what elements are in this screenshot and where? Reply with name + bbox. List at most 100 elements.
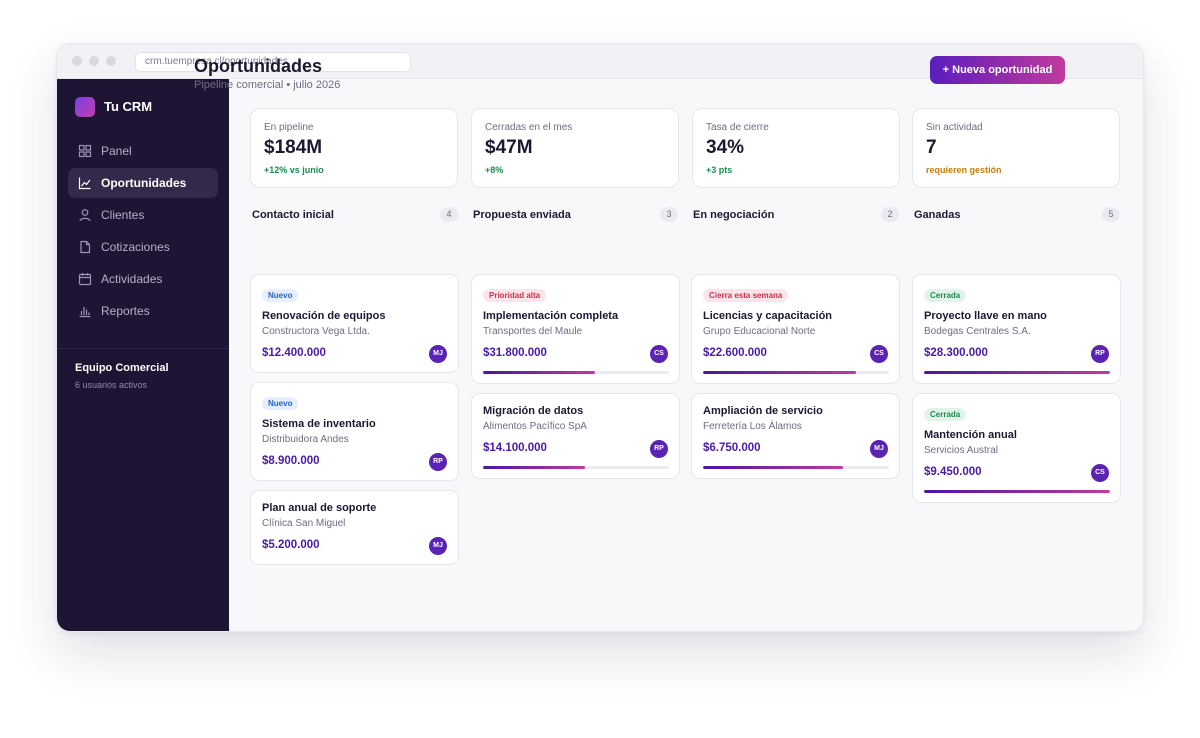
- kpi-value: 34%: [706, 137, 745, 158]
- avatar[interactable]: CS: [650, 345, 668, 363]
- kpi-warning: requieren gestión: [926, 165, 1002, 175]
- card-company: Servicios Austral: [924, 445, 998, 456]
- sidebar-item-panel[interactable]: Panel: [68, 136, 218, 166]
- status-badge: Cierra esta semana: [703, 289, 789, 302]
- column-count: 4: [440, 207, 458, 222]
- bar-chart-icon: [79, 307, 91, 318]
- kpi-value: 7: [926, 137, 937, 158]
- avatar[interactable]: CS: [870, 345, 888, 363]
- column-title: Contacto inicial: [252, 209, 334, 221]
- card-title: Licencias y capacitación: [703, 310, 833, 322]
- sidebar-item-label: Reportes: [101, 304, 150, 318]
- calendar-icon: [78, 273, 92, 286]
- card-company: Transportes del Maule: [483, 326, 583, 337]
- kpi-trend: +8%: [485, 165, 504, 175]
- progress-bar: [483, 371, 669, 374]
- team-name: Equipo Comercial: [75, 362, 169, 374]
- sidebar-item-reportes[interactable]: Reportes: [68, 296, 218, 326]
- sidebar-item-label: Clientes: [101, 208, 145, 222]
- progress-fill: [703, 371, 856, 374]
- sidebar-item-oportunidades[interactable]: Oportunidades: [68, 168, 218, 198]
- progress-fill: [924, 371, 1110, 374]
- card-company: Constructora Vega Ltda.: [262, 326, 370, 337]
- kpi-label: Sin actividad: [926, 122, 983, 133]
- user-icon: [79, 209, 91, 222]
- kpi-card-pipeline: En pipeline $184M +12% vs junio: [250, 108, 458, 188]
- card-title: Implementación completa: [483, 310, 619, 322]
- kpi-card-inactive: Sin actividad 7 requieren gestión: [912, 108, 1120, 188]
- kpi-label: Cerradas en el mes: [485, 122, 573, 133]
- team-subtitle: 6 usuarios activos: [75, 380, 148, 390]
- opportunity-card[interactable]: Cerrada Proyecto llave en mano Bodegas C…: [912, 274, 1121, 384]
- avatar[interactable]: RP: [650, 440, 668, 458]
- opportunity-card[interactable]: Migración de datos Alimentos Pacífico Sp…: [471, 393, 680, 479]
- card-company: Bodegas Centrales S.A.: [924, 326, 1031, 337]
- card-amount: $28.300.000: [924, 347, 988, 359]
- card-title: Plan anual de soporte: [262, 502, 377, 514]
- avatar[interactable]: RP: [1091, 345, 1109, 363]
- opportunity-card[interactable]: Nuevo Renovación de equipos Constructora…: [250, 274, 459, 373]
- status-badge: Prioridad alta: [483, 289, 547, 302]
- progress-bar: [483, 466, 669, 469]
- card-amount: $31.800.000: [483, 347, 547, 359]
- progress-bar: [703, 371, 889, 374]
- status-badge: Cerrada: [924, 289, 967, 302]
- opportunity-card[interactable]: Nuevo Sistema de inventario Distribuidor…: [250, 382, 459, 481]
- avatar[interactable]: RP: [429, 453, 447, 471]
- card-company: Alimentos Pacífico SpA: [483, 421, 587, 432]
- sidebar-item-cotizaciones[interactable]: Cotizaciones: [68, 232, 218, 262]
- sidebar-item-clientes[interactable]: Clientes: [68, 200, 218, 230]
- opportunity-card[interactable]: Ampliación de servicio Ferretería Los Ál…: [691, 393, 900, 479]
- document-icon: [80, 240, 91, 254]
- opportunity-card[interactable]: Prioridad alta Implementación completa T…: [471, 274, 680, 384]
- card-amount: $22.600.000: [703, 347, 767, 359]
- card-amount: $12.400.000: [262, 347, 326, 359]
- card-company: Grupo Educacional Norte: [703, 326, 816, 337]
- avatar[interactable]: CS: [1091, 464, 1109, 482]
- kpi-trend: +12% vs junio: [264, 165, 324, 175]
- progress-fill: [483, 466, 586, 469]
- card-amount: $14.100.000: [483, 442, 547, 454]
- sidebar: Tu CRM Panel Oportunidades Clientes Coti…: [57, 79, 229, 631]
- card-company: Clínica San Miguel: [262, 518, 346, 529]
- new-opportunity-button[interactable]: + Nueva oportunidad: [930, 56, 1065, 84]
- kpi-card-close-rate: Tasa de cierre 34% +3 pts: [692, 108, 900, 188]
- sidebar-item-label: Oportunidades: [101, 176, 187, 190]
- card-title: Mantención anual: [924, 429, 1017, 441]
- card-amount: $5.200.000: [262, 539, 320, 551]
- column-count: 3: [660, 207, 678, 222]
- progress-fill: [483, 371, 595, 374]
- sidebar-item-label: Actividades: [101, 272, 163, 286]
- card-title: Migración de datos: [483, 405, 584, 417]
- card-amount: $6.750.000: [703, 442, 761, 454]
- page-title: Oportunidades: [194, 56, 323, 76]
- kpi-label: Tasa de cierre: [706, 122, 769, 133]
- column-title: Ganadas: [914, 209, 961, 221]
- window-minimize-dot[interactable]: [89, 56, 99, 66]
- card-company: Distribuidora Andes: [262, 434, 349, 445]
- column-count: 5: [1102, 207, 1120, 222]
- window-close-dot[interactable]: [72, 56, 82, 66]
- opportunity-card[interactable]: Cerrada Mantención anual Servicios Austr…: [912, 393, 1121, 503]
- kpi-value: $184M: [264, 137, 323, 158]
- sidebar-item-label: Panel: [101, 144, 132, 158]
- avatar[interactable]: MJ: [429, 537, 447, 555]
- opportunity-card[interactable]: Cierra esta semana Licencias y capacitac…: [691, 274, 900, 384]
- avatar[interactable]: MJ: [870, 440, 888, 458]
- progress-bar: [703, 466, 889, 469]
- status-badge: Nuevo: [262, 397, 299, 410]
- kpi-value: $47M: [485, 137, 533, 158]
- window-maximize-dot[interactable]: [106, 56, 116, 66]
- column-title: En negociación: [693, 209, 775, 221]
- kpi-label: En pipeline: [264, 122, 314, 133]
- opportunity-card[interactable]: Plan anual de soporte Clínica San Miguel…: [250, 490, 459, 565]
- sidebar-item-label: Cotizaciones: [101, 240, 170, 254]
- progress-bar: [924, 371, 1110, 374]
- card-title: Ampliación de servicio: [703, 405, 823, 417]
- avatar[interactable]: MJ: [429, 345, 447, 363]
- brand-logo: [75, 97, 95, 117]
- sidebar-item-actividades[interactable]: Actividades: [68, 264, 218, 294]
- progress-fill: [703, 466, 843, 469]
- status-badge: Nuevo: [262, 289, 299, 302]
- progress-fill: [924, 490, 1110, 493]
